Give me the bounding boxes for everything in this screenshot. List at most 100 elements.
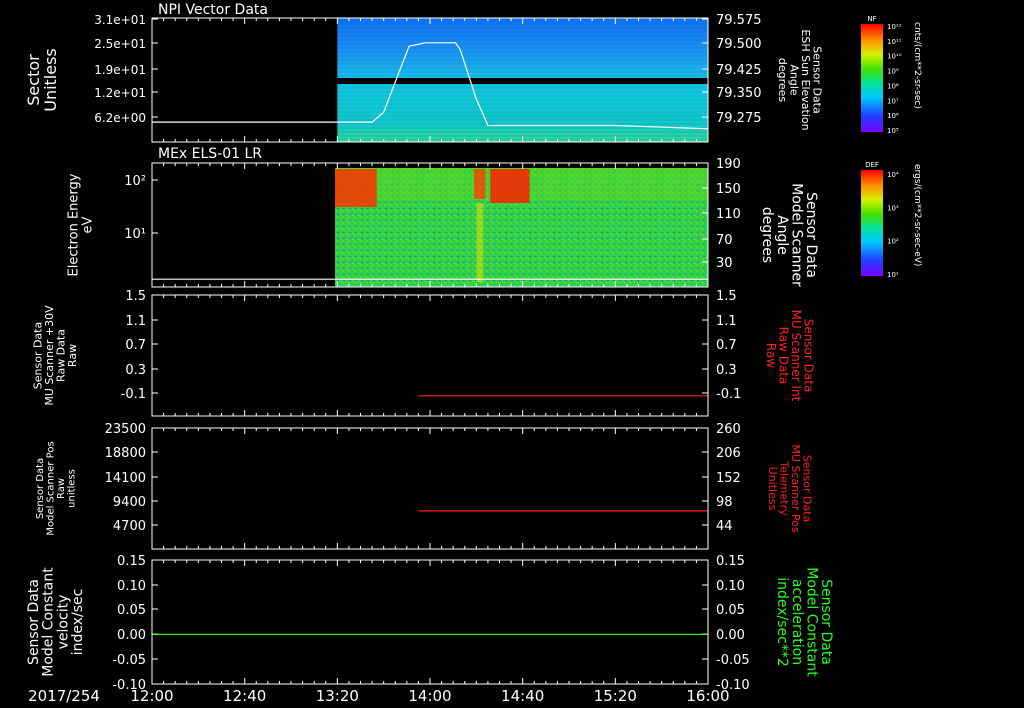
els-hot-region — [335, 169, 377, 207]
y-axis-label-line: Sensor Data — [35, 458, 46, 519]
right-y-tick-label: 0.15 — [716, 554, 745, 569]
colorbar-nf-ticks: 10¹² 10¹¹ 10¹⁰ 10⁹ 10⁸ 10⁷ 10⁶ 10⁵ — [887, 23, 902, 135]
right-y-tick-label: 79.350 — [716, 86, 762, 101]
colorbar-tick-label: 10¹¹ — [887, 38, 902, 46]
colorbar-nf: NF 10¹² 10¹¹ 10¹⁰ 10⁹ 10⁸ 10⁷ 10⁶ 10⁵ cnts/(cm*… — [861, 15, 922, 135]
y-axis-label-line: eV — [80, 216, 95, 233]
chart-figure: NPI Vector Data SectorUnitless Sensor Data… — [24, 2, 922, 705]
right-y-tick-label: 260 — [716, 422, 741, 437]
els-hot-region — [490, 169, 530, 203]
panel-mu-scanner-30v: Sensor DataMU Scanner +30VRaw DataRaw Sen… — [32, 289, 816, 417]
colorbar-tick-label: 10⁴ — [887, 171, 899, 179]
panel-frame — [151, 294, 709, 417]
right-y-axis-label: Sensor DataESH Sun ElevationAngledegrees — [776, 29, 824, 130]
panel-title: NPI Vector Data — [158, 2, 268, 18]
right-y-axis-label-line: degrees — [759, 207, 775, 263]
right-y-tick-label: 110 — [716, 207, 741, 222]
y-axis-label-line: unitless — [66, 469, 77, 508]
y-tick-label: 9400 — [113, 495, 146, 510]
right-y-tick-label: 150 — [716, 182, 741, 197]
y-axis-label: Sensor DataModel Constantvelocityindex/s… — [26, 567, 86, 677]
y-tick-label: 10¹ — [124, 227, 146, 242]
right-y-axis-label: Sensor DataMU Scanner PosTelemetryUnitle… — [766, 444, 814, 533]
y-tick-label: 1.9e+01 — [94, 63, 146, 77]
y-tick-label: 2.5e+01 — [94, 37, 146, 51]
y-tick-label: 1.2e+01 — [94, 86, 146, 100]
y-tick-label: 1.5 — [125, 289, 146, 304]
y-tick-label: -0.1 — [121, 387, 146, 402]
y-axis-label-line: Model Constant — [41, 567, 57, 677]
right-y-tick-label: 98 — [716, 495, 733, 510]
right-y-tick-label: 30 — [716, 256, 733, 271]
panels-group: NPI Vector Data SectorUnitless Sensor Data… — [24, 2, 834, 693]
y-tick-label: 4700 — [113, 519, 146, 534]
x-tick-label: 14:00 — [408, 687, 451, 705]
y-axis-label-line: Unitless — [41, 48, 60, 112]
y-tick-label: 18800 — [105, 446, 146, 461]
colorbar-tick-label: 10⁷ — [887, 97, 899, 105]
panel-npi-vector-data: NPI Vector Data SectorUnitless Sensor Data… — [24, 2, 824, 143]
right-y-tick-label: 152 — [716, 471, 741, 486]
right-y-axis-label-line: acceleration — [789, 579, 805, 665]
colorbar-tick-label: 10¹ — [887, 271, 899, 279]
colorbar-def-units: ergs/(cm**2-sr-sec-eV) — [912, 164, 922, 266]
x-tick-label: 16:00 — [686, 687, 729, 705]
colorbar-nf-label: NF — [867, 15, 876, 23]
panel-scanner-pos: Sensor DataModel Scanner PosRawunitless S… — [35, 422, 814, 550]
x-tick-label: 12:00 — [130, 687, 173, 705]
colorbar-nf-gradient — [861, 24, 883, 132]
npi-heatmap-gap — [337, 78, 708, 84]
x-tick-labels: 12:00 12:40 13:20 14:00 14:40 15:20 16:00 — [130, 687, 729, 705]
els-hot-region — [474, 169, 486, 199]
y-axis-label: SectorUnitless — [24, 48, 60, 112]
y-tick-label: 6.2e+00 — [94, 111, 146, 125]
panel-frame — [151, 559, 709, 685]
right-y-axis-label-line: Angle — [774, 215, 790, 255]
right-y-tick-label: 79.500 — [716, 37, 762, 52]
y-axis-label-line: velocity — [55, 595, 71, 650]
y-tick-label: 23500 — [105, 422, 146, 437]
colorbar-tick-label: 10⁶ — [887, 112, 899, 120]
els-yellow-streak — [476, 203, 484, 282]
right-y-axis-label-line: Unitless — [766, 467, 779, 511]
y-axis-label: Sensor DataModel Scanner PosRawunitless — [35, 441, 78, 535]
colorbar-def: DEF 10⁴ 10³ 10² 10¹ ergs/(cm**2-sr-sec-eV) — [861, 161, 922, 279]
colorbar-tick-label: 10¹² — [887, 23, 902, 31]
right-y-axis-label-line: Sensor Data — [803, 192, 819, 278]
y-axis-label: Electron EnergyeV — [67, 173, 96, 276]
right-y-axis-label: Sensor DataModel Constantaccelerationind… — [774, 567, 834, 677]
right-y-tick-label: 0.10 — [716, 579, 745, 594]
right-y-tick-label: 70 — [716, 233, 733, 248]
right-y-tick-label: 79.275 — [716, 111, 762, 126]
right-y-axis-label-line: index/sec**2 — [774, 577, 790, 667]
y-axis-label-line: Model Scanner Pos — [45, 441, 56, 535]
colorbar-tick-label: 10² — [887, 238, 899, 246]
y-tick-label: 0.10 — [117, 579, 146, 594]
colorbar-nf-units: cnts/(cm**2-sr-sec) — [912, 22, 922, 109]
right-y-tick-label: 79.575 — [716, 13, 762, 28]
y-tick-label: 1.1 — [125, 314, 146, 329]
right-y-tick-label: 0.3 — [716, 363, 737, 378]
right-y-tick-label: 206 — [716, 446, 741, 461]
date-label: 2017/254 — [28, 687, 100, 705]
right-y-tick-label: 0.05 — [716, 603, 745, 618]
y-axis-label-line: index/sec — [70, 589, 86, 656]
y-axis-label-line: Sensor Data — [26, 579, 42, 665]
colorbar-tick-label: 10³ — [887, 204, 899, 212]
right-y-axis-label-line: degrees — [776, 58, 789, 103]
colorbar-tick-label: 10¹⁰ — [887, 53, 902, 61]
panel-frame — [151, 427, 709, 550]
right-y-tick-label: 1.5 — [716, 289, 737, 304]
right-y-tick-label: -0.1 — [716, 387, 741, 402]
right-y-tick-label: 79.425 — [716, 63, 762, 78]
y-axis-label-line: Raw — [56, 478, 67, 499]
right-y-tick-label: 190 — [716, 157, 741, 172]
y-tick-label: 3.1e+01 — [94, 13, 146, 27]
colorbar-tick-label: 10⁸ — [887, 82, 899, 90]
y-axis-label: Sensor DataMU Scanner +30VRaw DataRaw — [32, 305, 80, 406]
x-tick-label: 13:20 — [316, 687, 359, 705]
right-y-tick-label: 0.7 — [716, 338, 737, 353]
colorbar-tick-label: 10⁵ — [887, 127, 899, 135]
panel-constant-velocity: Sensor DataModel Constantvelocityindex/s… — [26, 554, 834, 693]
y-tick-label: 10² — [124, 174, 146, 189]
